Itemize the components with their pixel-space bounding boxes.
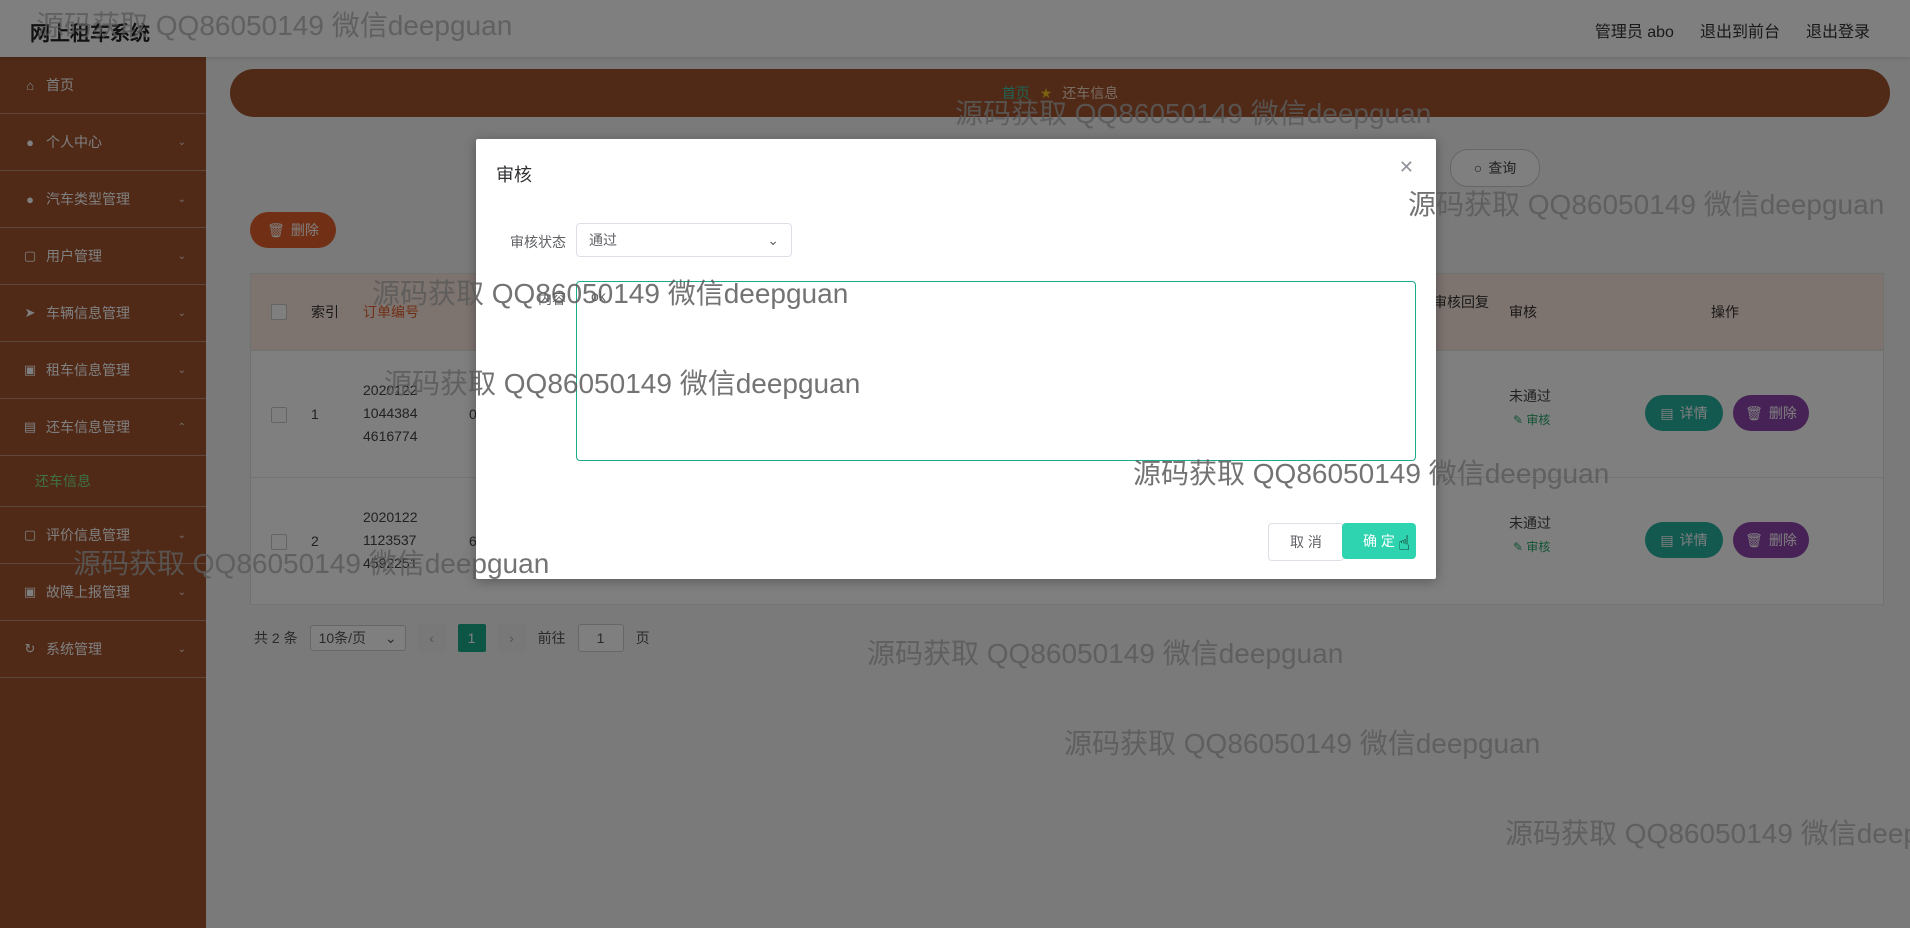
dialog-title: 审核: [496, 165, 532, 185]
cancel-button[interactable]: 取 消: [1268, 523, 1344, 561]
chevron-down-icon: ⌄: [767, 231, 779, 248]
status-select[interactable]: 通过 ⌄: [576, 223, 792, 257]
audit-dialog: 审核 ✕ 审核状态 通过 ⌄ 内容 ok 取 消 确 定 ☝: [476, 139, 1436, 579]
content-label: 内容: [538, 291, 566, 307]
pointer-cursor-icon: ☝: [1398, 533, 1411, 555]
close-icon[interactable]: ✕: [1399, 157, 1414, 178]
status-label: 审核状态: [510, 234, 566, 250]
content-textarea[interactable]: ok: [576, 281, 1416, 461]
